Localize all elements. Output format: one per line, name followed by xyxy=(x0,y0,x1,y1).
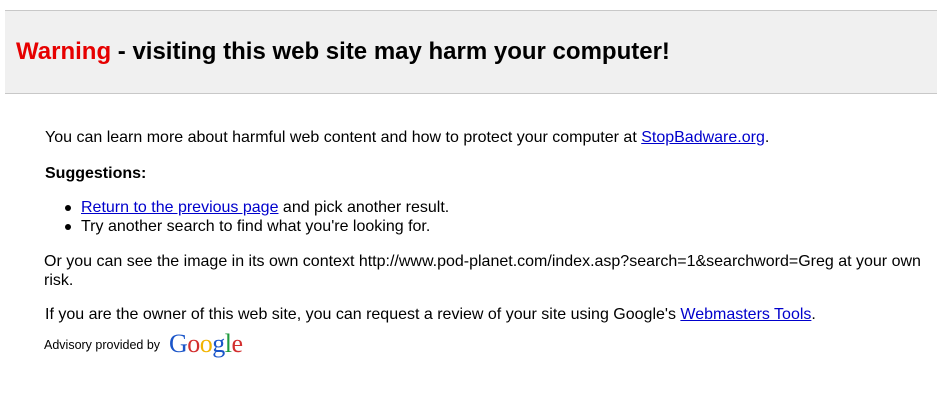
google-logo-letter: o xyxy=(187,329,200,358)
advisory-footer: Advisory provided by Google xyxy=(44,329,925,361)
google-logo: Google xyxy=(169,329,243,359)
google-logo-letter: G xyxy=(169,329,188,358)
list-item-text: Try another search to find what you're l… xyxy=(81,218,431,235)
list-item: Try another search to find what you're l… xyxy=(65,217,925,236)
google-logo-letter: g xyxy=(212,329,225,358)
owner-text: If you are the owner of this web site, y… xyxy=(45,306,681,323)
owner-paragraph: If you are the owner of this web site, y… xyxy=(45,305,925,325)
intro-paragraph: You can learn more about harmful web con… xyxy=(45,128,925,148)
intro-text: You can learn more about harmful web con… xyxy=(45,129,642,146)
warning-banner: Warning - visiting this web site may har… xyxy=(5,10,937,94)
list-item: Return to the previous page and pick ano… xyxy=(65,198,925,217)
suggestions-heading: Suggestions: xyxy=(45,165,147,182)
warning-page: Warning - visiting this web site may har… xyxy=(0,0,942,413)
stopbadware-link[interactable]: StopBadware.org xyxy=(641,129,765,146)
owner-period: . xyxy=(811,306,816,323)
warning-message: - visiting this web site may harm your c… xyxy=(111,38,670,65)
context-paragraph: Or you can see the image in its own cont… xyxy=(44,253,921,289)
google-logo-letter: l xyxy=(224,329,232,358)
webmasters-tools-link[interactable]: Webmasters Tools xyxy=(680,306,811,323)
intro-period: . xyxy=(764,129,770,146)
previous-page-link[interactable]: Return to the previous page xyxy=(81,199,278,216)
bullet-icon xyxy=(65,224,71,230)
google-logo-letter: e xyxy=(231,329,244,358)
page-title: Warning - visiting this web site may har… xyxy=(16,37,670,67)
google-logo-letter: o xyxy=(199,329,213,358)
main-content: You can learn more about harmful web con… xyxy=(44,128,925,361)
list-item-text: and pick another result. xyxy=(278,199,450,216)
suggestions-list: Return to the previous page and pick ano… xyxy=(45,198,925,236)
advisory-text: Advisory provided by xyxy=(44,338,161,352)
bullet-icon xyxy=(65,205,71,211)
warning-word: Warning xyxy=(16,38,112,65)
